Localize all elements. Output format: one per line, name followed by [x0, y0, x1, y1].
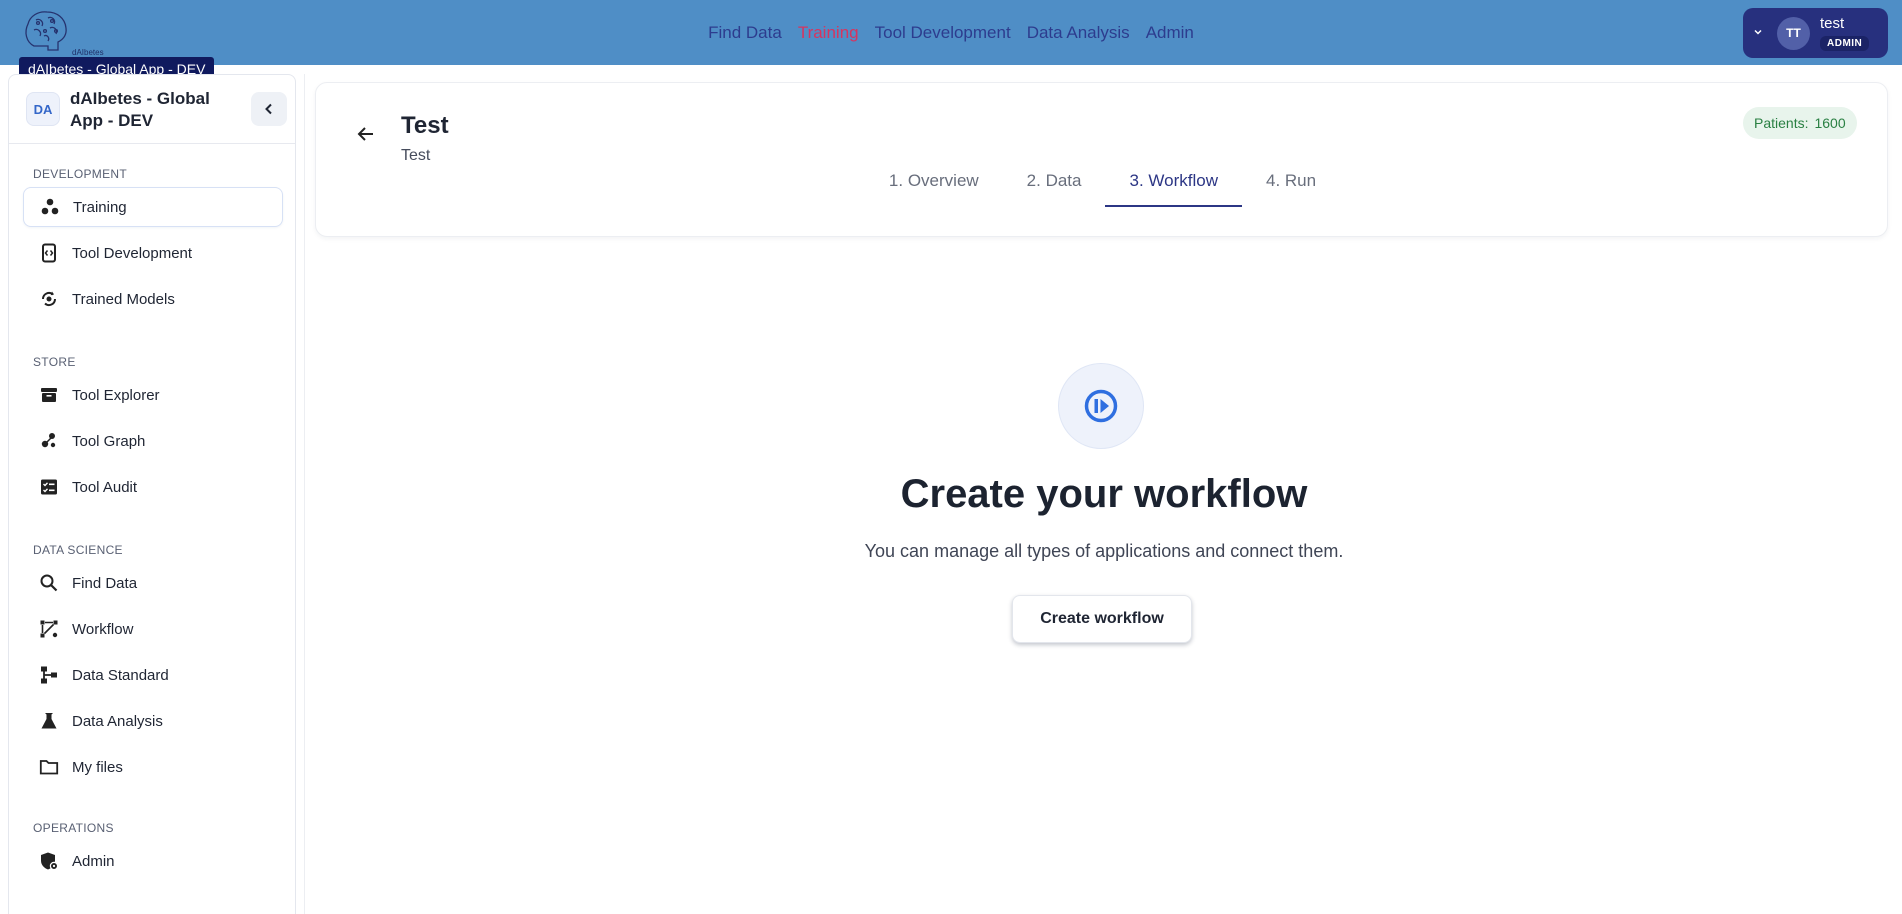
- create-workflow-button[interactable]: Create workflow: [1012, 595, 1192, 643]
- app-logo[interactable]: dAIbetes: [20, 6, 104, 57]
- sidebar-item-workflow[interactable]: Workflow: [23, 609, 283, 649]
- project-header: Test Test Patients: 1600 1. Overview 2. …: [315, 82, 1888, 237]
- page-title: Test: [401, 112, 449, 139]
- play-circle-icon: [1084, 389, 1118, 423]
- topnav-admin[interactable]: Admin: [1146, 23, 1194, 43]
- patients-count: 1600: [1814, 115, 1846, 131]
- admin-shield-icon: [39, 851, 59, 871]
- model-sync-icon: [39, 289, 59, 309]
- sidebar-item-my-files[interactable]: My files: [23, 747, 283, 787]
- sidebar-item-admin[interactable]: Admin: [23, 841, 283, 881]
- sidebar-item-label: Tool Audit: [72, 478, 138, 496]
- user-menu-button[interactable]: TT test ADMIN: [1743, 8, 1888, 58]
- sidebar-item-trained-models[interactable]: Trained Models: [23, 279, 283, 319]
- sidebar-item-label: Data Analysis: [72, 712, 163, 730]
- sidebar-item-tool-audit[interactable]: Tool Audit: [23, 467, 283, 507]
- patients-badge: Patients: 1600: [1743, 107, 1857, 139]
- code-phone-icon: [39, 243, 59, 263]
- sidebar-item-label: Trained Models: [72, 290, 175, 308]
- sidebar-item-label: Training: [73, 198, 127, 216]
- sidebar-item-tool-graph[interactable]: Tool Graph: [23, 421, 283, 461]
- top-navigation: Find Data Training Tool Development Data…: [0, 0, 1902, 65]
- user-role-badge: ADMIN: [1820, 35, 1870, 51]
- sidebar-item-label: Data Standard: [72, 666, 169, 684]
- back-button[interactable]: [352, 120, 380, 148]
- sidebar-item-find-data[interactable]: Find Data: [23, 563, 283, 603]
- sidebar-item-label: Tool Development: [72, 244, 193, 262]
- main-content: Test Test Patients: 1600 1. Overview 2. …: [304, 74, 1902, 914]
- checklist-icon: [39, 477, 59, 497]
- tab-run[interactable]: 4. Run: [1242, 161, 1340, 201]
- section-development: DEVELOPMENT: [33, 167, 127, 181]
- top-bar: dAIbetes Find Data Training Tool Develop…: [0, 0, 1902, 65]
- patients-label: Patients:: [1754, 115, 1809, 131]
- sidebar-item-training[interactable]: Training: [23, 187, 283, 227]
- logo-wordmark: dAIbetes: [72, 48, 104, 57]
- brain-logo-icon: [25, 11, 67, 51]
- topnav-data-analysis[interactable]: Data Analysis: [1027, 23, 1130, 43]
- archive-icon: [39, 385, 59, 405]
- arrow-left-icon: [357, 127, 373, 141]
- sidebar-item-data-standard[interactable]: Data Standard: [23, 655, 283, 695]
- step-tabs: 1. Overview 2. Data 3. Workflow 4. Run: [316, 161, 1889, 207]
- flask-icon: [39, 711, 59, 731]
- section-store: STORE: [33, 355, 76, 369]
- tab-overview[interactable]: 1. Overview: [865, 161, 1003, 201]
- sidebar-header: DA dAIbetes - Global App - DEV: [9, 75, 295, 144]
- topnav-find-data[interactable]: Find Data: [708, 23, 782, 43]
- section-operations: OPERATIONS: [33, 821, 114, 835]
- graph-nodes-icon: [39, 431, 59, 451]
- hierarchy-icon: [39, 665, 59, 685]
- section-data-science: DATA SCIENCE: [33, 543, 123, 557]
- tab-workflow[interactable]: 3. Workflow: [1105, 161, 1242, 207]
- sidebar-item-data-analysis[interactable]: Data Analysis: [23, 701, 283, 741]
- app-badge: DA: [26, 92, 60, 126]
- topnav-tool-development[interactable]: Tool Development: [875, 23, 1011, 43]
- sidebar-item-label: Tool Explorer: [72, 386, 160, 404]
- empty-state-description: You can manage all types of applications…: [864, 541, 1344, 561]
- empty-state-icon-circle: [1058, 363, 1144, 449]
- user-name: test: [1820, 14, 1845, 32]
- collapse-sidebar-button[interactable]: [251, 92, 287, 126]
- molecule-icon: [40, 197, 60, 217]
- sidebar-item-tool-development[interactable]: Tool Development: [23, 233, 283, 273]
- sidebar: DA dAIbetes - Global App - DEV DEVELOPME…: [8, 74, 296, 914]
- sidebar-item-label: Find Data: [72, 574, 138, 592]
- search-icon: [39, 573, 59, 593]
- sidebar-app-title: dAIbetes - Global App - DEV: [70, 89, 210, 130]
- empty-state-title: Create your workflow: [900, 472, 1308, 516]
- sidebar-item-label: Admin: [72, 852, 115, 870]
- sidebar-item-tool-explorer[interactable]: Tool Explorer: [23, 375, 283, 415]
- avatar: TT: [1777, 16, 1810, 50]
- user-info: test ADMIN: [1820, 14, 1870, 51]
- sidebar-item-label: My files: [72, 758, 123, 776]
- chevron-left-icon: [265, 103, 272, 115]
- tab-data[interactable]: 2. Data: [1003, 161, 1106, 201]
- folder-icon: [39, 757, 59, 777]
- topnav-training[interactable]: Training: [798, 23, 859, 43]
- sidebar-item-label: Tool Graph: [72, 432, 146, 450]
- workflow-icon: [39, 619, 59, 639]
- sidebar-item-label: Workflow: [72, 620, 134, 638]
- chevron-down-icon: [1753, 27, 1767, 40]
